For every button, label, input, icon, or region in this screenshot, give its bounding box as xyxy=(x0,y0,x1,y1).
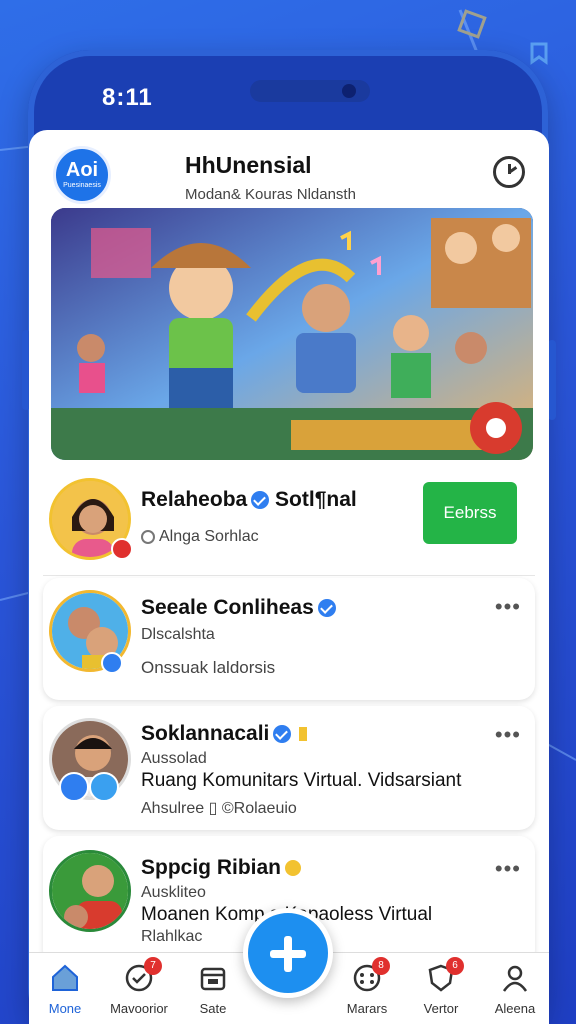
create-post-button[interactable] xyxy=(243,908,333,998)
user-card[interactable]: Seeale Conliheas Dlscalshta Onssuak lald… xyxy=(43,578,535,700)
nav-label: Marars xyxy=(346,1001,388,1016)
app-logo[interactable]: Aoi Puesinaesis xyxy=(53,146,111,204)
notification-badge: 7 xyxy=(144,957,162,975)
nav-label: Mavoorior xyxy=(110,1001,168,1016)
page-title: HhUnensial xyxy=(185,152,312,178)
nav-item-mavoorior[interactable]: 7 Mavoorior xyxy=(99,957,179,1016)
nav-label: Mone xyxy=(48,1001,82,1016)
nav-item-home[interactable]: Mone xyxy=(29,963,105,1016)
card-name: Relaheoba Sotl¶nal xyxy=(141,488,357,512)
card-subtitle-text: Alnga Sorhlac xyxy=(159,528,259,545)
nav-label: Sate xyxy=(199,1001,227,1016)
card-description: Onssuak laldorsis xyxy=(141,658,276,677)
status-badge xyxy=(101,652,123,674)
card-meta: Ahsulree ▯ ©Rolaeuio xyxy=(141,800,297,817)
trophy-icon xyxy=(299,727,308,742)
more-options-icon[interactable]: ••• xyxy=(495,856,521,882)
more-options-icon[interactable]: ••• xyxy=(495,594,521,620)
logo-text: Aoi xyxy=(65,159,99,181)
card-meta: Rlahlkac xyxy=(141,928,203,945)
card-subtitle: Alnga Sorhlac xyxy=(141,528,259,546)
phone-notch xyxy=(250,80,370,102)
social-icon xyxy=(89,772,119,802)
status-badge xyxy=(111,538,133,560)
card-category: Auskliteo xyxy=(141,884,206,901)
card-name: Soklannacali xyxy=(141,722,308,746)
avatar[interactable] xyxy=(49,850,131,932)
dots-circle-icon: 8 xyxy=(352,957,390,993)
calendar-icon xyxy=(198,963,228,993)
shield-icon: 6 xyxy=(426,957,464,993)
card-name-text: Relaheoba xyxy=(141,488,248,511)
notification-badge: 8 xyxy=(372,957,390,975)
twitter-icon xyxy=(59,772,89,802)
app-screen: Aoi Puesinaesis HhUnensial Modan& Kouras… xyxy=(29,130,549,1024)
card-category: Aussolad xyxy=(141,750,207,767)
verified-icon xyxy=(251,491,270,510)
page-subtitle: Modan& Kouras Nldansth xyxy=(185,186,356,203)
card-name-text: Soklannacali xyxy=(141,722,270,745)
nav-item-aleena[interactable]: Aleena xyxy=(475,963,549,1016)
user-card[interactable]: Soklannacali Aussolad Ruang Komunitars V… xyxy=(43,706,535,830)
phone-side-button xyxy=(548,340,556,420)
nav-item-marars[interactable]: 8 Marars xyxy=(327,957,407,1016)
person-icon xyxy=(500,963,530,993)
hero-banner-image[interactable] xyxy=(51,208,533,460)
nav-label: Vertor xyxy=(423,1001,459,1016)
verified-icon xyxy=(317,599,336,618)
notification-badge: 6 xyxy=(446,957,464,975)
user-card[interactable]: Relaheoba Sotl¶nal Alnga Sorhlac Eebrss xyxy=(43,474,535,576)
logo-subtext: Puesinaesis xyxy=(63,182,101,189)
more-options-icon[interactable]: ••• xyxy=(495,722,521,748)
card-name: Seeale Conliheas xyxy=(141,596,336,620)
nav-label: Aleena xyxy=(494,1001,536,1016)
clock-icon[interactable] xyxy=(493,156,525,188)
card-name-text: Seeale Conliheas xyxy=(141,596,314,619)
app-header: Aoi Puesinaesis HhUnensial Modan& Kouras… xyxy=(29,130,549,208)
home-icon xyxy=(50,963,80,993)
card-name-suffix: Sotl¶nal xyxy=(275,488,357,511)
nav-item-sate[interactable]: Sate xyxy=(173,963,253,1016)
card-description: Ruang Komunitars Virtual. Vidsarsiant xyxy=(141,770,462,791)
nav-item-vertor[interactable]: 6 Vertor xyxy=(401,957,481,1016)
verified-icon xyxy=(273,725,292,744)
status-time: 8:11 xyxy=(102,84,153,111)
card-category: Dlscalshta xyxy=(141,626,215,643)
card-name-text: Sppcig Ribian xyxy=(141,856,282,879)
star-badge-icon xyxy=(285,860,302,877)
clock-small-icon xyxy=(141,529,155,544)
follow-button[interactable]: Eebrss xyxy=(423,482,517,544)
card-name: Sppcig Ribian xyxy=(141,856,302,880)
clock-check-icon: 7 xyxy=(124,957,162,993)
